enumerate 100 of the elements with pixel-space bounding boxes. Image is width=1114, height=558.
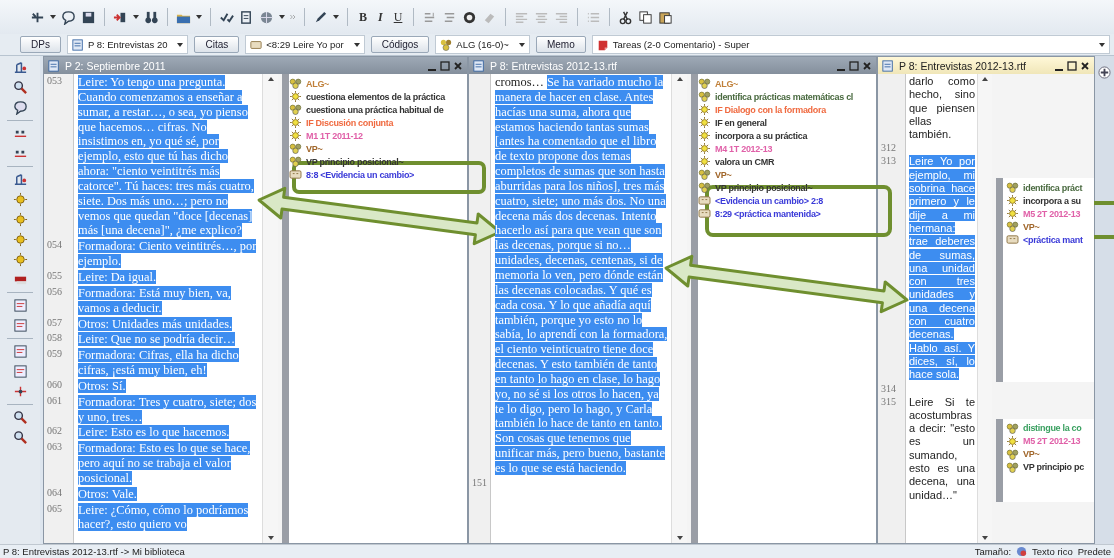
code-label[interactable]: 8:8 <Evidencia un cambio>: [306, 169, 415, 180]
scroll-up-icon[interactable]: [267, 77, 274, 81]
code-label[interactable]: identifica prácticas matemáticas cl: [715, 91, 854, 102]
code-label[interactable]: cuestiona elementos de la práctica: [306, 91, 445, 102]
code-label[interactable]: incorpora a su práctica: [715, 130, 808, 141]
pen-icon[interactable]: [313, 9, 328, 25]
plus-icon[interactable]: [1098, 66, 1111, 79]
memo-icon: [596, 38, 609, 51]
code-label[interactable]: <práctica mant: [1023, 235, 1083, 245]
code-group-icon: [698, 91, 711, 102]
globe-icon[interactable]: [1016, 546, 1028, 557]
maximize-icon[interactable]: [440, 60, 450, 71]
maximize-icon[interactable]: [1067, 60, 1077, 71]
code-label[interactable]: VP~: [1023, 222, 1040, 232]
format-button[interactable]: U: [390, 9, 406, 25]
selector-dropdown[interactable]: ALG (16-0)~: [435, 35, 530, 54]
paste-icon[interactable]: [658, 9, 674, 25]
copy-icon[interactable]: [638, 9, 654, 25]
globe-icon[interactable]: [259, 9, 274, 25]
code-label[interactable]: valora un CMR: [715, 156, 775, 167]
line-number: 058: [46, 331, 63, 344]
code-label[interactable]: VP~: [1023, 449, 1040, 460]
format-button[interactable]: B: [356, 9, 370, 25]
close-icon[interactable]: [862, 60, 872, 71]
code-group-icon: [698, 169, 711, 180]
document-icon[interactable]: [12, 344, 28, 359]
magnifier-icon[interactable]: [12, 430, 28, 445]
selector-dropdown[interactable]: P 8: Entrevistas 20: [66, 35, 189, 54]
format-button[interactable]: I: [375, 9, 386, 25]
sun-icon[interactable]: [12, 192, 28, 207]
sun-icon[interactable]: [12, 232, 28, 247]
selector-dropdown[interactable]: <8:29 Leire Yo por: [245, 35, 365, 54]
selector-button[interactable]: Memo: [535, 36, 586, 53]
sun-icon: [1006, 208, 1019, 220]
close-icon[interactable]: [1080, 60, 1090, 71]
save-icon[interactable]: [81, 9, 96, 25]
sun-icon: [698, 104, 711, 115]
document-icon: [882, 59, 894, 72]
caret-icon[interactable]: [353, 42, 360, 47]
status-text: Texto rico: [1032, 546, 1073, 557]
code-group-icon: [1006, 221, 1019, 233]
binoculars-icon[interactable]: [144, 9, 159, 25]
document-icon[interactable]: [239, 9, 254, 25]
sun-icon: [289, 117, 302, 128]
caret-icon[interactable]: [333, 15, 339, 19]
code-label[interactable]: incorpora a su: [1023, 196, 1081, 206]
scroll-down-icon[interactable]: [267, 536, 274, 540]
sun-icon: [289, 91, 302, 102]
document-icon[interactable]: [12, 364, 28, 379]
scroll-up-icon[interactable]: [676, 77, 683, 81]
line-number: 313: [880, 154, 897, 167]
quote-icon: [698, 208, 711, 219]
selector-button[interactable]: Citas: [194, 36, 240, 53]
magnifier-icon[interactable]: [12, 410, 28, 425]
code-group-icon: [1006, 422, 1019, 434]
sun-icon: [698, 143, 711, 154]
selector-button[interactable]: Códigos: [370, 36, 430, 53]
sun-icon[interactable]: [12, 252, 28, 267]
speech-bubble-icon[interactable]: [12, 100, 28, 115]
caret-icon[interactable]: [177, 42, 184, 47]
code-label[interactable]: VP principio pc: [1023, 462, 1084, 473]
scroll-down-icon[interactable]: [982, 536, 988, 540]
code-label[interactable]: <Evidencia un cambio> 2:8: [715, 195, 824, 206]
caret-icon[interactable]: [518, 42, 525, 47]
code-label[interactable]: 8:29 <práctica mantenida>: [715, 208, 821, 219]
scroll-up-icon[interactable]: [982, 77, 988, 81]
caret-icon[interactable]: [1099, 42, 1105, 47]
pane-title: P 8: Entrevistas 2012-13.rtf: [899, 59, 1027, 72]
document-icon[interactable]: [12, 318, 28, 333]
scroll-down-icon[interactable]: [676, 536, 683, 540]
document-icon: [48, 59, 60, 72]
document-icon: [71, 38, 84, 51]
code-group-icon: [289, 156, 302, 167]
code-label[interactable]: VP~: [715, 169, 732, 180]
selector-dropdown[interactable]: Tareas (2-0 Comentario) - Super: [591, 35, 1110, 54]
caret-icon[interactable]: [133, 15, 139, 19]
document-icon[interactable]: [12, 298, 28, 313]
code-label[interactable]: IF en general: [715, 117, 767, 128]
code-label[interactable]: identifica práct: [1023, 183, 1083, 193]
caret-icon[interactable]: [50, 15, 56, 19]
scissors-icon[interactable]: [618, 9, 634, 25]
sun-icon[interactable]: [12, 212, 28, 227]
code-label[interactable]: VP~: [306, 143, 323, 154]
quote-icon: [289, 169, 302, 180]
sun-icon: [698, 130, 711, 141]
maximize-icon[interactable]: [849, 60, 859, 71]
close-icon[interactable]: [453, 60, 463, 71]
selector-button[interactable]: DPs: [20, 36, 61, 53]
circle-icon[interactable]: [462, 9, 478, 25]
transcript-paragraph: Leire: Que no se podría decir…: [78, 332, 237, 348]
quote-icon: [1006, 234, 1019, 246]
status-location: P 8: Entrevistas 2012-13.rtf -> Mi biblioteca: [3, 546, 185, 557]
speech-bubble-icon[interactable]: [61, 9, 76, 25]
caret-icon[interactable]: [196, 15, 202, 19]
code-label[interactable]: cuestiona una práctica habitual de: [306, 104, 444, 115]
line-number: 055: [46, 268, 63, 281]
document-icon: [473, 59, 485, 72]
caret-icon[interactable]: [279, 15, 285, 19]
code-group-icon: [1006, 448, 1019, 460]
magnifier-icon[interactable]: [12, 80, 28, 95]
